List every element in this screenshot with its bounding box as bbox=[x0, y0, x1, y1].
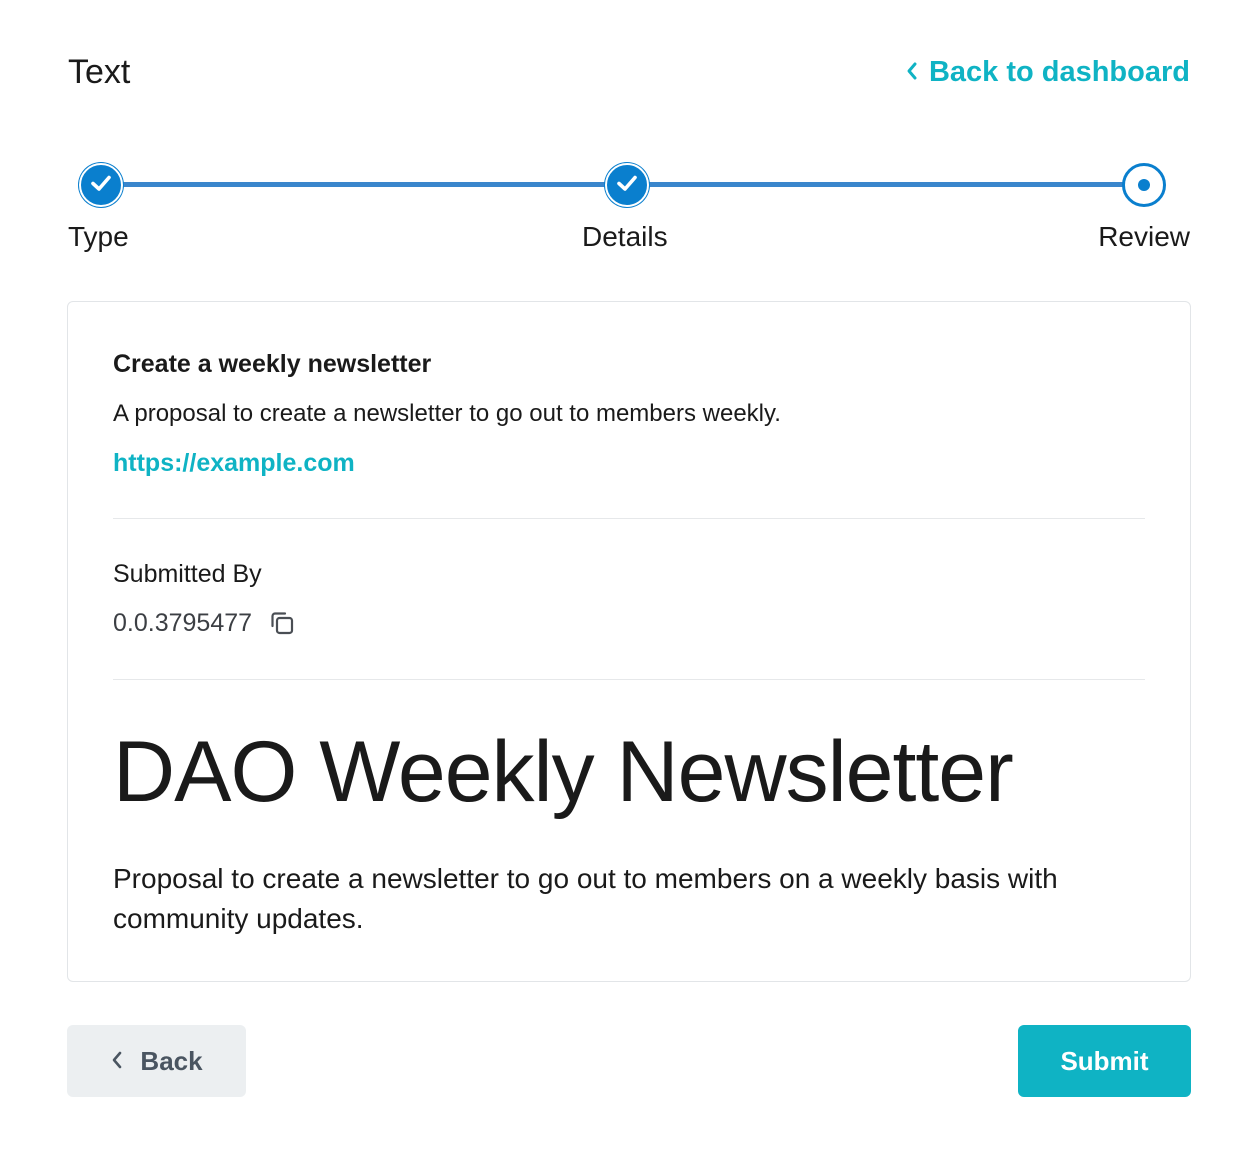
back-button[interactable]: Back bbox=[67, 1025, 246, 1097]
submit-button[interactable]: Submit bbox=[1018, 1025, 1191, 1097]
proposal-title: Create a weekly newsletter bbox=[113, 350, 432, 378]
step-details-node[interactable] bbox=[605, 163, 649, 207]
content-body: Proposal to create a newsletter to go ou… bbox=[113, 863, 1058, 934]
divider bbox=[113, 518, 1145, 519]
submitted-by-label: Submitted By bbox=[113, 560, 262, 588]
copy-icon[interactable] bbox=[266, 607, 298, 639]
step-review-node[interactable] bbox=[1122, 163, 1166, 207]
progress-stepper: Type Details Review bbox=[68, 163, 1190, 263]
chevron-left-icon bbox=[110, 1046, 124, 1077]
back-to-dashboard-link[interactable]: Back to dashboard bbox=[905, 54, 1190, 90]
submitted-by-account: 0.0.3795477 bbox=[113, 609, 253, 637]
proposal-link[interactable]: https://example.com bbox=[113, 448, 355, 478]
proposal-description: A proposal to create a newsletter to go … bbox=[113, 400, 781, 427]
step-type-node[interactable] bbox=[79, 163, 123, 207]
step-label-review: Review bbox=[1098, 221, 1190, 252]
back-to-dashboard-label: Back to dashboard bbox=[928, 56, 1190, 88]
chevron-left-icon bbox=[905, 54, 919, 90]
step-connector bbox=[122, 182, 606, 187]
divider bbox=[113, 679, 1145, 680]
check-icon bbox=[88, 170, 114, 201]
submitted-by-row: 0.0.3795477 bbox=[113, 607, 298, 639]
current-step-dot-icon bbox=[1138, 179, 1150, 191]
page-title: Text bbox=[68, 53, 131, 91]
check-icon bbox=[614, 170, 640, 201]
step-label-type: Type bbox=[68, 221, 129, 252]
step-connector bbox=[648, 182, 1124, 187]
step-label-details: Details bbox=[582, 221, 668, 252]
review-card: Create a weekly newsletter A proposal to… bbox=[67, 301, 1191, 982]
submit-button-label: Submit bbox=[1060, 1045, 1149, 1076]
content-heading: DAO Weekly Newsletter bbox=[113, 724, 1014, 820]
back-button-label: Back bbox=[140, 1045, 203, 1076]
